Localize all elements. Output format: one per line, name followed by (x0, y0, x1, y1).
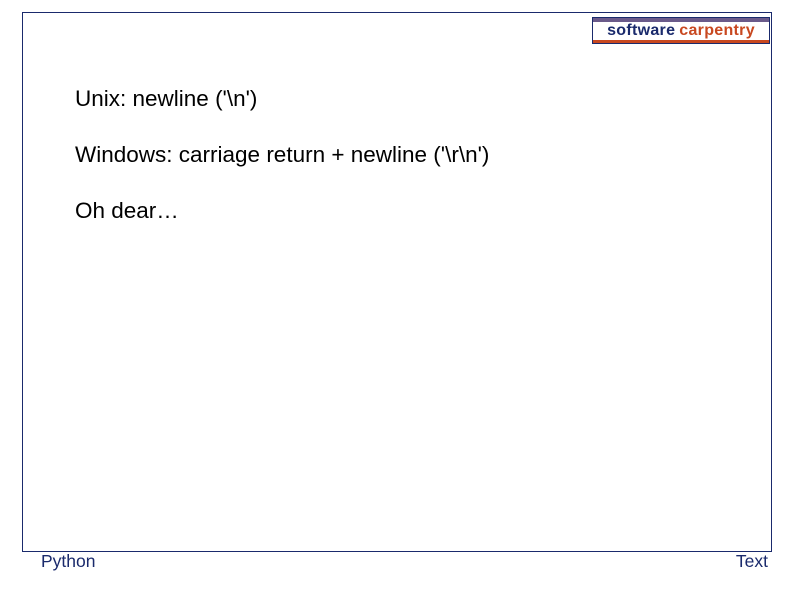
software-carpentry-logo: software carpentry (592, 17, 770, 44)
body-line: Unix: newline ('\n') (75, 85, 754, 113)
logo-word-carpentry: carpentry (679, 22, 755, 40)
footer-left: Python (41, 551, 95, 572)
logo-text: software carpentry (593, 22, 769, 40)
logo-bottom-stripe (593, 40, 769, 44)
footer-right: Text (736, 551, 768, 572)
slide-body: Unix: newline ('\n') Windows: carriage r… (75, 85, 754, 253)
body-line: Windows: carriage return + newline ('\r\… (75, 141, 754, 169)
logo-word-software: software (607, 22, 675, 40)
body-line: Oh dear… (75, 197, 754, 225)
